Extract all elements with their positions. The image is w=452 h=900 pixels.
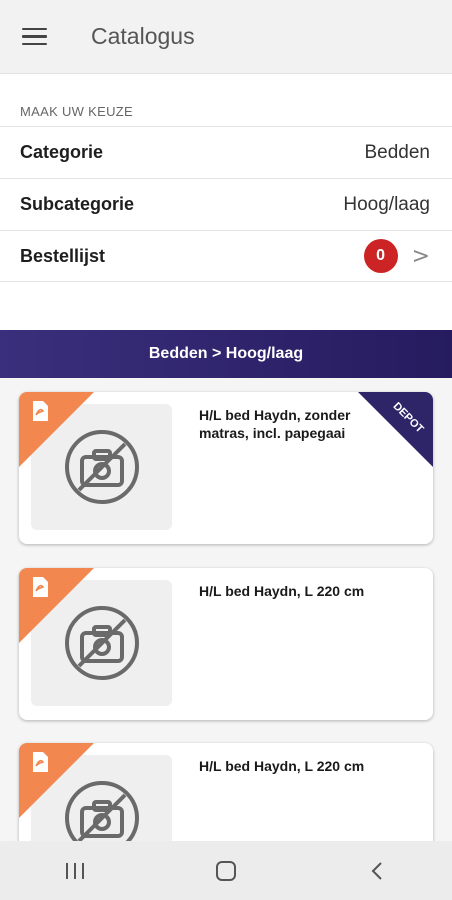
pdf-icon[interactable] xyxy=(19,743,94,818)
product-title: H/L bed Haydn, L 220 cm xyxy=(199,583,365,599)
orderlist-count-badge: 0 xyxy=(363,239,398,273)
category-row[interactable]: Categorie Bedden xyxy=(0,126,452,178)
selection-panel: MAAK UW KEUZE Categorie Bedden Subcatego… xyxy=(0,74,452,330)
orderlist-label: Bestellijst xyxy=(20,245,106,266)
chevron-right-icon: > xyxy=(411,243,430,269)
category-value: Bedden xyxy=(364,141,430,163)
pdf-icon[interactable] xyxy=(19,568,94,643)
subcategory-label: Subcategorie xyxy=(20,194,135,214)
app-bar: Catalogus xyxy=(0,0,452,74)
subcategory-row[interactable]: Subcategorie Hoog/laag xyxy=(0,178,452,230)
pdf-icon[interactable] xyxy=(19,392,94,467)
product-title: H/L bed Haydn, zonder matras, incl. pape… xyxy=(199,407,351,441)
product-card[interactable]: DEPOT H/L bed Haydn, zonder matras, incl… xyxy=(19,392,433,544)
home-icon[interactable] xyxy=(196,846,256,896)
page-title: Catalogus xyxy=(91,23,195,49)
system-nav-bar xyxy=(0,841,452,900)
product-card[interactable]: H/L bed Haydn, L 220 cm xyxy=(19,568,433,720)
menu-icon[interactable] xyxy=(22,22,58,52)
orderlist-row[interactable]: Bestellijst 0 > xyxy=(0,230,452,282)
recent-apps-icon[interactable] xyxy=(45,846,105,896)
category-label: Categorie xyxy=(20,142,104,162)
section-label: MAAK UW KEUZE xyxy=(20,104,133,119)
product-title: H/L bed Haydn, L 220 cm xyxy=(199,758,365,774)
breadcrumb-banner: Bedden > Hoog/laag xyxy=(0,330,452,378)
subcategory-value: Hoog/laag xyxy=(343,193,430,215)
back-icon[interactable] xyxy=(347,846,407,896)
